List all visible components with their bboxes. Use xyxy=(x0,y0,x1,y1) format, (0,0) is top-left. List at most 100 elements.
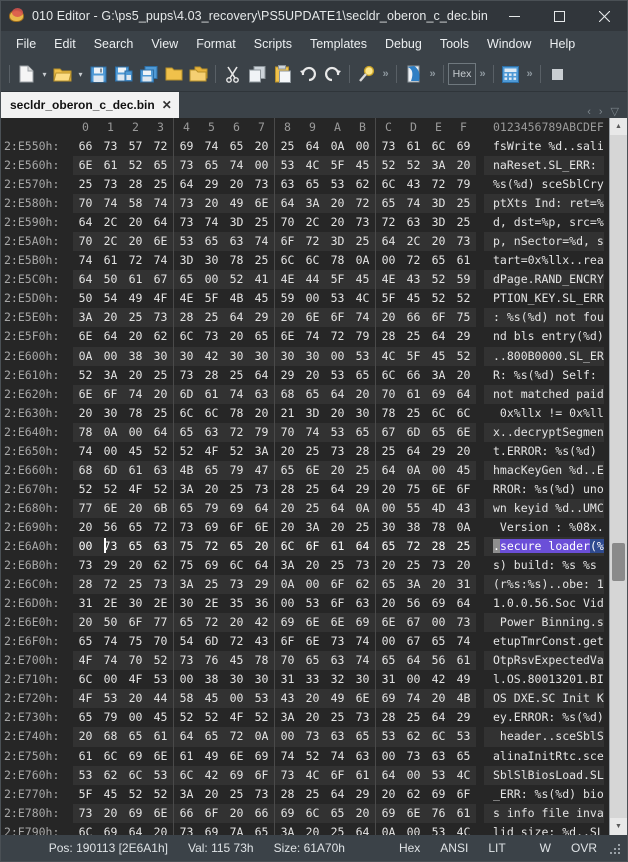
hex-byte[interactable]: 20 xyxy=(123,689,148,709)
hex-byte[interactable]: 20 xyxy=(148,384,173,404)
hex-byte[interactable]: 64 xyxy=(426,327,451,346)
hex-byte[interactable]: 61 xyxy=(451,651,476,671)
hex-byte[interactable]: 63 xyxy=(275,175,300,194)
hex-byte[interactable]: 6F xyxy=(98,384,123,404)
hex-byte[interactable]: 38 xyxy=(123,346,148,366)
hex-byte[interactable]: 20 xyxy=(224,803,249,823)
hex-byte[interactable]: 20 xyxy=(451,366,476,385)
hex-byte[interactable]: 45 xyxy=(350,156,375,176)
hex-byte[interactable]: 65 xyxy=(300,175,325,194)
save-as-icon[interactable] xyxy=(111,61,136,87)
hex-byte[interactable]: 67 xyxy=(401,613,426,633)
hex-row[interactable]: 2:E680h: 77 6E 20 6B 65 79 69 64 20 25 64 0A 00 55 4D 43… xyxy=(1,498,609,518)
hex-byte[interactable]: 52 xyxy=(148,442,173,461)
hex-byte[interactable]: 66 xyxy=(249,803,274,823)
hex-row-ascii[interactable]: dPage.RAND_ENCRY xyxy=(484,270,604,290)
hex-byte[interactable]: 65 xyxy=(199,727,224,747)
hex-byte[interactable]: 65 xyxy=(249,823,274,835)
hex-byte[interactable]: 6C xyxy=(426,404,451,423)
hex-byte[interactable]: 20 xyxy=(350,803,375,823)
hex-byte[interactable]: 30 xyxy=(174,594,199,613)
hex-byte[interactable]: 29 xyxy=(199,175,224,194)
hex-byte[interactable]: 6C xyxy=(300,251,325,270)
hex-byte[interactable]: 53 xyxy=(148,670,173,689)
hex-byte[interactable]: 52 xyxy=(73,366,98,385)
hex-byte[interactable]: 52 xyxy=(73,480,98,499)
hex-byte[interactable]: 49 xyxy=(123,289,148,308)
hex-byte[interactable]: 62 xyxy=(148,556,173,575)
hex-byte[interactable]: 73 xyxy=(174,213,199,232)
hex-byte[interactable]: 72 xyxy=(426,175,451,194)
save-all-icon[interactable] xyxy=(136,61,161,87)
hex-byte[interactable]: 31 xyxy=(376,670,401,689)
hex-byte[interactable]: 65 xyxy=(174,270,199,290)
hex-byte[interactable]: 30 xyxy=(148,346,173,366)
hex-row[interactable]: 2:E780h: 73 20 69 6E 66 6F 20 66 69 6C 65 20 69 6E 76 61… xyxy=(1,803,609,823)
hex-byte[interactable]: 65 xyxy=(426,422,451,442)
hex-byte[interactable]: 3A xyxy=(174,575,199,595)
hex-byte[interactable]: 25 xyxy=(451,213,476,232)
hex-byte[interactable]: 20 xyxy=(199,480,224,499)
hex-byte[interactable]: 64 xyxy=(249,556,274,575)
hex-byte[interactable]: 30 xyxy=(224,346,249,366)
hex-byte[interactable]: 72 xyxy=(98,575,123,595)
hex-byte[interactable]: 3A xyxy=(275,556,300,575)
hex-byte[interactable]: 25 xyxy=(401,556,426,575)
hex-byte[interactable]: 73 xyxy=(350,556,375,575)
hex-byte[interactable]: 68 xyxy=(73,460,98,480)
hex-byte[interactable]: 45 xyxy=(224,651,249,671)
hex-byte[interactable]: 65 xyxy=(199,156,224,176)
hex-byte[interactable]: 6E xyxy=(249,518,274,537)
tab-secldr-file[interactable]: secldr_oberon_c_dec.bin ✕ xyxy=(1,92,179,118)
hex-byte[interactable]: 65 xyxy=(148,156,173,176)
hex-byte[interactable]: 64 xyxy=(98,327,123,346)
hex-byte[interactable]: 20 xyxy=(325,194,350,214)
hex-byte[interactable]: 4F xyxy=(73,689,98,709)
hex-byte[interactable]: 20 xyxy=(73,404,98,423)
open-project-icon[interactable] xyxy=(186,61,211,87)
hex-byte[interactable]: 64 xyxy=(249,366,274,385)
hex-byte[interactable]: 73 xyxy=(98,536,123,557)
hex-byte[interactable]: 65 xyxy=(426,632,451,651)
hex-byte[interactable]: 65 xyxy=(123,727,148,747)
hex-byte[interactable]: 20 xyxy=(123,327,148,346)
hex-byte[interactable]: 65 xyxy=(123,518,148,537)
hex-byte[interactable]: 6F xyxy=(325,575,350,595)
hex-byte[interactable]: 72 xyxy=(300,232,325,252)
hex-byte[interactable]: 73 xyxy=(376,137,401,156)
undo-icon[interactable] xyxy=(295,61,320,87)
vertical-scrollbar[interactable]: ▲ ▼ xyxy=(609,118,627,835)
hex-row[interactable]: 2:E590h: 64 2C 20 64 73 74 3D 25 70 2C 20 73 72 63 3D 25… xyxy=(1,213,609,233)
minimize-button[interactable] xyxy=(492,1,537,31)
hex-byte[interactable]: 20 xyxy=(451,442,476,461)
hex-byte[interactable]: 25 xyxy=(325,556,350,575)
hex-byte[interactable]: 6C xyxy=(300,803,325,823)
hex-byte[interactable]: 62 xyxy=(401,727,426,747)
hex-byte[interactable]: 4F xyxy=(199,442,224,461)
hex-byte[interactable]: 65 xyxy=(224,536,249,557)
hex-byte[interactable]: 6D xyxy=(401,422,426,442)
hex-byte[interactable]: 61 xyxy=(123,460,148,480)
hex-byte[interactable]: 6F xyxy=(123,613,148,633)
hex-byte[interactable]: 20 xyxy=(376,594,401,613)
hex-byte[interactable]: 20 xyxy=(376,480,401,499)
hex-byte[interactable]: 6E xyxy=(73,156,98,176)
hex-byte[interactable]: 63 xyxy=(401,213,426,232)
hex-byte[interactable]: 4B xyxy=(174,460,199,480)
hex-byte[interactable]: 53 xyxy=(174,232,199,252)
hex-byte[interactable]: 20 xyxy=(123,556,148,575)
hex-byte[interactable]: 52 xyxy=(300,747,325,766)
hex-byte[interactable]: 25 xyxy=(401,327,426,346)
hex-byte[interactable]: 75 xyxy=(123,632,148,651)
hex-byte[interactable]: 25 xyxy=(123,308,148,328)
hex-byte[interactable]: 3A xyxy=(401,575,426,595)
hex-byte[interactable]: 6F xyxy=(325,308,350,328)
hex-byte[interactable]: 52 xyxy=(199,708,224,727)
hex-byte[interactable]: 70 xyxy=(376,384,401,404)
hex-byte[interactable]: 61 xyxy=(451,251,476,270)
hex-row-ascii[interactable]: RROR: %s(%d) uno xyxy=(484,480,604,499)
hex-byte[interactable]: 25 xyxy=(224,785,249,804)
hex-byte[interactable]: 30 xyxy=(300,346,325,366)
hex-byte[interactable]: 33 xyxy=(300,670,325,689)
hex-byte[interactable]: 64 xyxy=(148,422,173,442)
